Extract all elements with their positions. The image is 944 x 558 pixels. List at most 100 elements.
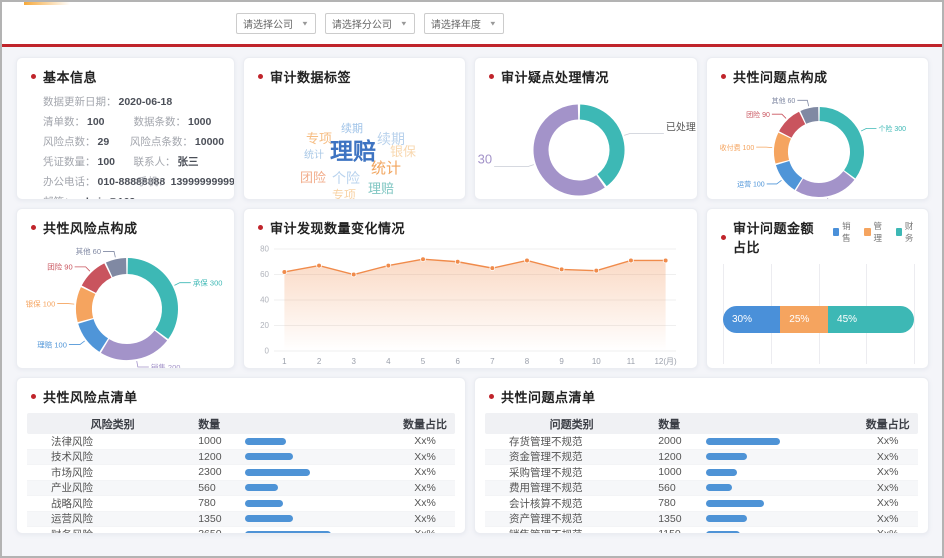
- donut-label: 其他 60: [76, 246, 101, 256]
- bullet-icon: [721, 74, 726, 79]
- bullet-icon: [31, 394, 36, 399]
- row-quantity: 2000: [658, 435, 706, 447]
- donut-slice-已处理[interactable]: [580, 112, 617, 180]
- donut-slice-个险[interactable]: [820, 114, 857, 174]
- donut-label: 已消除30: [475, 152, 492, 167]
- svg-text:3: 3: [351, 357, 356, 366]
- donut-slice-已消除[interactable]: [541, 112, 601, 188]
- donut-slice-其他[interactable]: [109, 266, 126, 270]
- year-select[interactable]: 请选择年度 ▼: [424, 13, 504, 34]
- donut-slice-内控环境[interactable]: [800, 175, 849, 190]
- table-row: 运营风险1350Xx%: [27, 512, 455, 528]
- legend-item[interactable]: 管理: [864, 220, 886, 244]
- row-bar: [706, 531, 858, 534]
- bar-segment-管理[interactable]: 25%: [780, 306, 828, 333]
- svg-text:10: 10: [592, 357, 601, 366]
- row-percent: Xx%: [395, 466, 455, 478]
- bullet-icon: [489, 394, 494, 399]
- column-header: 数量: [198, 416, 245, 432]
- row-percent: Xx%: [395, 528, 455, 534]
- tag-word: 专项: [306, 132, 332, 145]
- info-row: 清单数：100数据条数：1000: [43, 114, 224, 129]
- dashboard-content: 基本信息 数据更新日期：2020-06-18 清单数：100数据条数：1000 风险…: [2, 47, 942, 558]
- donut-slice-运营[interactable]: [783, 163, 799, 184]
- data-point[interactable]: [317, 263, 322, 268]
- data-point[interactable]: [629, 258, 634, 263]
- table-row: 技术风险1200Xx%: [27, 450, 455, 466]
- legend-swatch-icon: [833, 228, 839, 236]
- risk-table: 风险类别 数量 数量占比 法律风险1000Xx%技术风险1200Xx%市场风险2…: [27, 413, 455, 534]
- legend-item[interactable]: 财务: [896, 220, 918, 244]
- risk-donut-chart[interactable]: 承保 300销售 200理赔 100银保 100团险 90其他 60: [17, 241, 234, 369]
- donut-svg: 个险 300内控环境 200运营 100收付费 100团险 90其他 60: [707, 90, 929, 200]
- row-quantity: 780: [198, 497, 245, 509]
- data-point[interactable]: [282, 270, 287, 275]
- donut-slice-收付费[interactable]: [781, 136, 785, 162]
- issue-donut-chart[interactable]: 个险 300内控环境 200运营 100收付费 100团险 90其他 60: [707, 90, 928, 200]
- svg-text:60: 60: [260, 270, 269, 279]
- panel-amount-ratio: 审计问题金额占比 销售管理财务 0255075100%30%25%45%: [706, 208, 929, 369]
- donut-slice-其他[interactable]: [803, 114, 818, 117]
- table-row: 市场风险2300Xx%: [27, 465, 455, 481]
- row-percent: Xx%: [395, 497, 455, 509]
- doubt-donut-chart[interactable]: 已处理20已消除30: [475, 90, 697, 200]
- bar-segment-财务[interactable]: 45%: [828, 306, 914, 333]
- row-category: 技术风险: [27, 449, 198, 464]
- data-point[interactable]: [490, 266, 495, 271]
- issue-table: 问题类别 数量 数量占比 存货管理不规范2000Xx%资金管理不规范1200Xx…: [485, 413, 918, 534]
- tag-word: 续期: [341, 124, 363, 135]
- data-point[interactable]: [663, 258, 668, 263]
- trend-line-chart[interactable]: 020406080123456789101112(月): [244, 241, 697, 369]
- donut-svg: 已处理20已消除30: [475, 90, 698, 200]
- data-point[interactable]: [559, 267, 564, 272]
- company-select[interactable]: 请选择公司 ▼: [236, 13, 316, 34]
- legend-swatch-icon: [896, 228, 902, 236]
- data-point[interactable]: [421, 257, 426, 262]
- info-row: 邮箱：admin@163.com: [43, 194, 224, 200]
- table-row: 资金管理不规范1200Xx%: [485, 450, 918, 466]
- info-field: 数据更新日期：2020-06-18: [43, 94, 224, 109]
- branch-select[interactable]: 请选择分公司 ▼: [325, 13, 415, 34]
- donut-slice-销售[interactable]: [105, 336, 161, 352]
- donut-slice-银保[interactable]: [84, 291, 88, 321]
- issue-table-header: 问题类别 数量 数量占比: [485, 413, 918, 434]
- row-percent: Xx%: [857, 451, 918, 463]
- info-field: 手机：13999999999: [137, 174, 231, 189]
- tag-word: 统计: [304, 151, 324, 161]
- legend-item[interactable]: 销售: [833, 220, 855, 244]
- donut-slice-团险[interactable]: [785, 118, 802, 135]
- data-point[interactable]: [351, 272, 356, 277]
- amount-stacked-bar-chart[interactable]: 0255075100%30%25%45%: [723, 264, 914, 369]
- donut-slice-团险[interactable]: [89, 270, 108, 289]
- data-point[interactable]: [525, 258, 530, 263]
- tag-word: 专项: [332, 189, 356, 200]
- donut-label: 承保 300: [193, 279, 223, 288]
- row-percent: Xx%: [857, 435, 918, 447]
- data-point[interactable]: [386, 263, 391, 268]
- bullet-icon: [31, 74, 36, 79]
- table-row: 采购管理不规范1000Xx%: [485, 465, 918, 481]
- panel-basic-info: 基本信息 数据更新日期：2020-06-18清单数：100数据条数：1000风险…: [16, 57, 235, 200]
- table-row: 产业风险560Xx%: [27, 481, 455, 497]
- info-row: 办公电话：010-88888888手机：13999999999: [43, 174, 224, 189]
- row-quantity: 1350: [198, 513, 245, 525]
- row-category: 会计核算不规范: [485, 496, 658, 511]
- donut-slice-理赔[interactable]: [86, 321, 104, 345]
- risk-table-body: 法律风险1000Xx%技术风险1200Xx%市场风险2300Xx%产业风险560…: [27, 434, 455, 534]
- panel-title: 基本信息: [43, 67, 97, 86]
- data-point[interactable]: [594, 268, 599, 273]
- column-header: 数量: [658, 416, 706, 432]
- donut-slice-承保[interactable]: [128, 266, 170, 334]
- row-bar: [245, 531, 395, 534]
- svg-text:9: 9: [559, 357, 564, 366]
- row-category: 资产管理不规范: [485, 511, 658, 526]
- bar-segment-销售[interactable]: 30%: [723, 306, 780, 333]
- donut-label: 理赔 100: [37, 339, 67, 349]
- row-percent: Xx%: [395, 435, 455, 447]
- bullet-icon: [721, 235, 726, 240]
- row-category: 资金管理不规范: [485, 449, 658, 464]
- tag-word: 统计: [371, 161, 401, 176]
- risk-table-header: 风险类别 数量 数量占比: [27, 413, 455, 434]
- data-point[interactable]: [455, 259, 460, 264]
- panel-title: 共性风险点构成: [43, 218, 138, 237]
